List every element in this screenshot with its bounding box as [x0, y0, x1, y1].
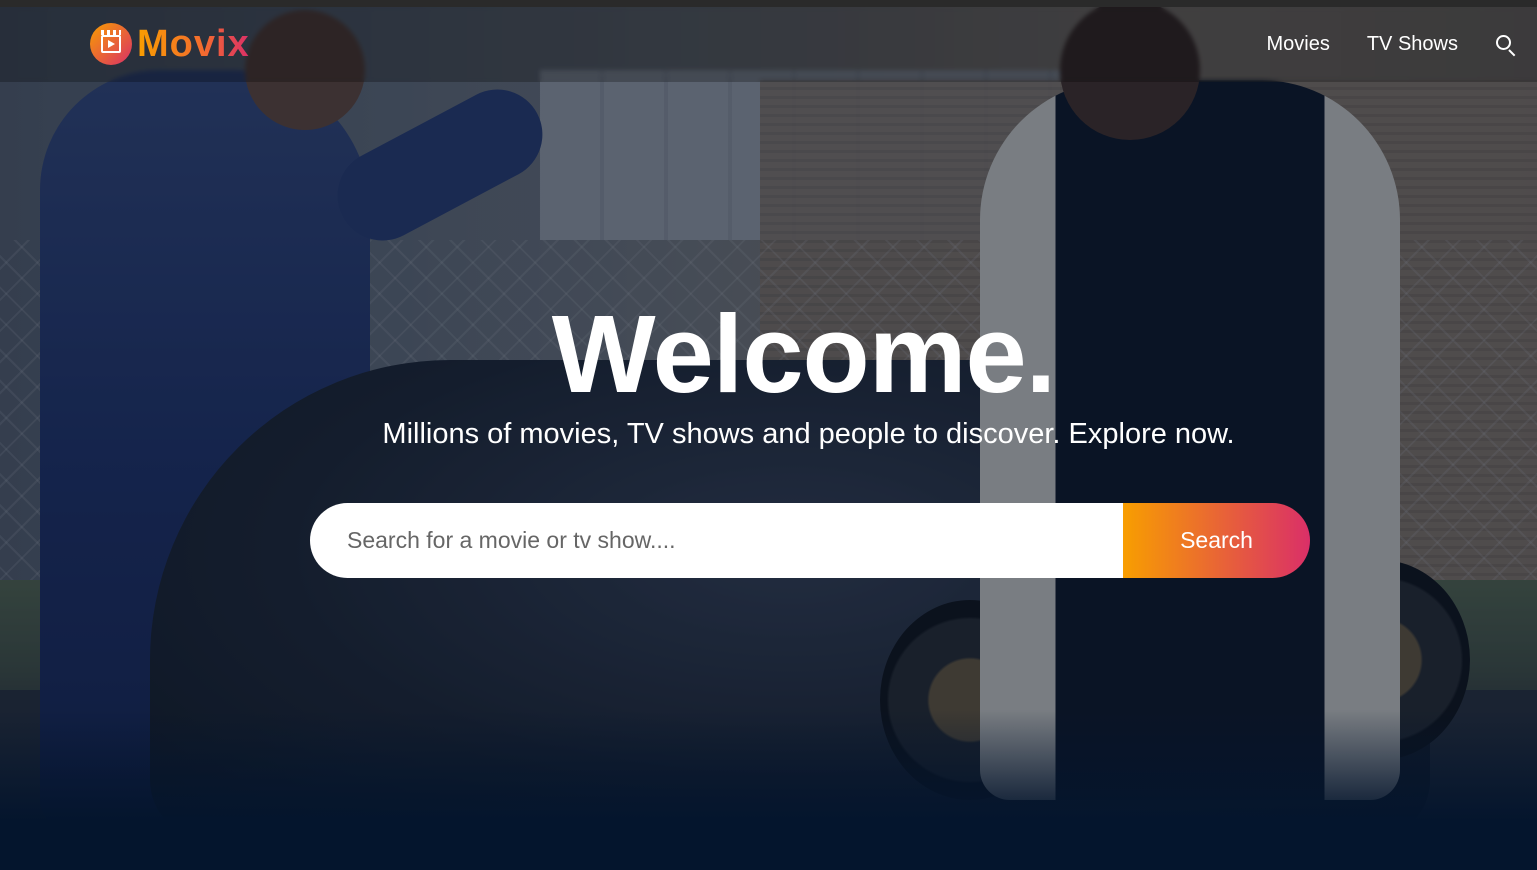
site-header: Movix Movies TV Shows — [0, 7, 1537, 82]
clapper-shape — [101, 30, 121, 53]
clapperboard-play-icon — [90, 23, 132, 65]
search-input[interactable] — [310, 503, 1123, 578]
hero-bottom-fade — [0, 710, 1537, 870]
nav-item-movies[interactable]: Movies — [1266, 33, 1329, 56]
search-button[interactable]: Search — [1123, 503, 1310, 578]
search-icon[interactable] — [1495, 34, 1517, 56]
search-bar: Search — [310, 503, 1310, 578]
logo[interactable]: Movix — [90, 21, 250, 67]
logo-text: Movix — [137, 22, 250, 65]
search-icon-handle — [1508, 48, 1516, 56]
hero-content: Welcome. Millions of movies, TV shows an… — [0, 300, 1537, 451]
top-strip — [0, 0, 1537, 7]
main-nav: Movies TV Shows — [1266, 7, 1517, 82]
hero-title: Welcome. — [551, 293, 1057, 416]
nav-item-tv-shows[interactable]: TV Shows — [1367, 33, 1458, 56]
search-icon-ring — [1496, 34, 1511, 50]
hero-subtitle: Millions of movies, TV shows and people … — [382, 418, 1235, 450]
